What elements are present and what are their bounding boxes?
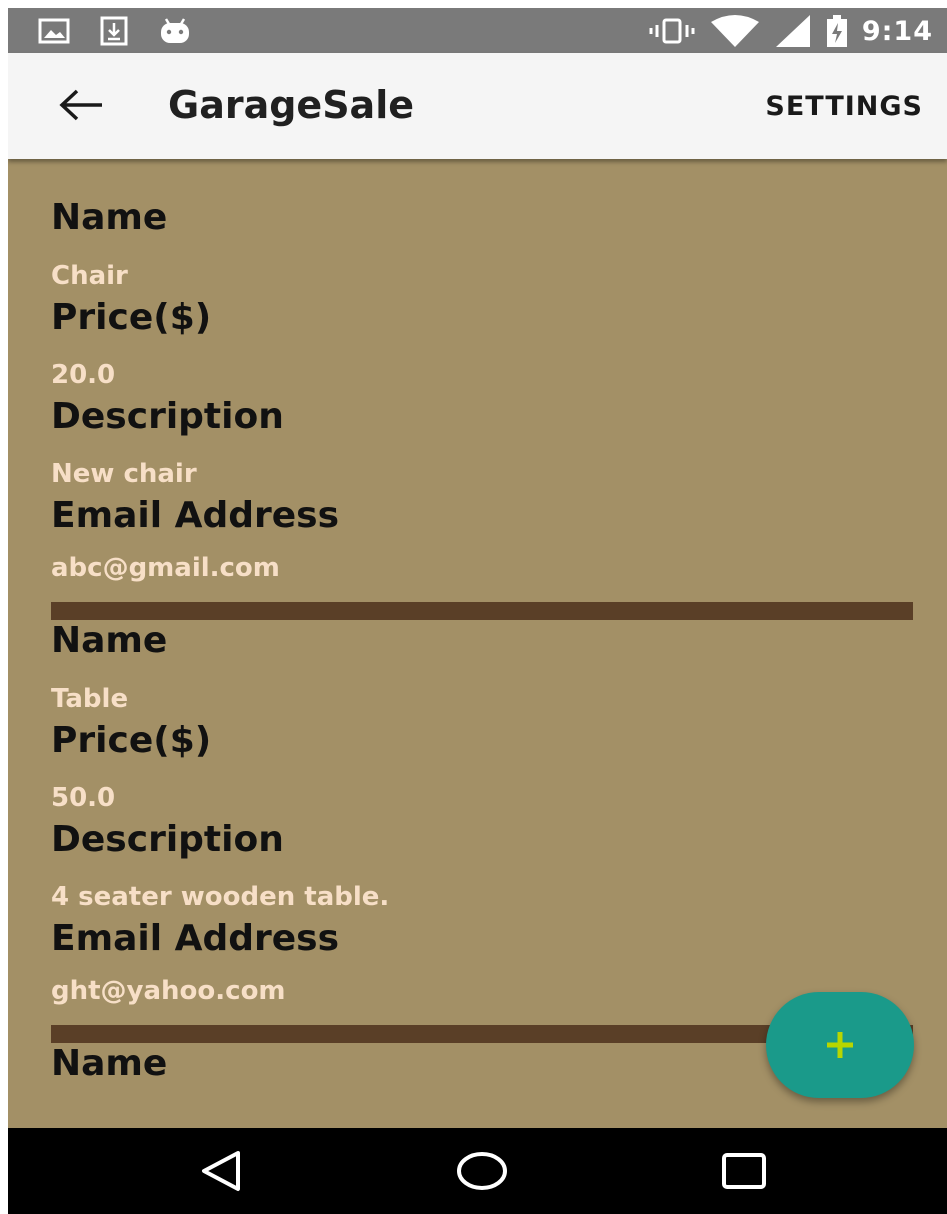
email-label: Email Address: [51, 918, 340, 959]
name-label: Name: [51, 197, 168, 238]
battery-charging-icon: [826, 15, 847, 47]
status-time: 9:14: [861, 15, 933, 47]
nav-home-icon: [457, 1152, 507, 1190]
vibrate-icon: [649, 18, 695, 44]
price-value: 50.0: [51, 783, 116, 813]
image-icon: [38, 18, 70, 44]
email-label: Email Address: [51, 495, 340, 536]
settings-button[interactable]: SETTINGS: [765, 91, 923, 122]
nav-home-button[interactable]: [452, 1146, 512, 1196]
item-list[interactable]: Name Chair Price($) 20.0 Description New…: [51, 159, 913, 1129]
description-value: New chair: [51, 459, 197, 489]
price-label: Price($): [51, 720, 212, 761]
navigation-bar: [8, 1128, 947, 1214]
description-label: Description: [51, 396, 284, 437]
price-value: 20.0: [51, 360, 116, 390]
wifi-icon: [710, 15, 759, 47]
download-icon: [100, 16, 128, 46]
app-title: GarageSale: [168, 83, 414, 127]
arrow-back-icon: [59, 89, 102, 121]
nav-recents-button[interactable]: [714, 1146, 774, 1196]
email-value: ght@yahoo.com: [51, 976, 286, 1006]
name-value: Table: [51, 684, 129, 714]
status-bar: 9:14: [8, 8, 947, 53]
signal-icon: [775, 15, 810, 47]
email-value: abc@gmail.com: [51, 553, 280, 583]
name-label: Name: [51, 1043, 168, 1084]
app-bar: GarageSale SETTINGS: [8, 53, 947, 159]
nav-recents-icon: [722, 1153, 766, 1189]
name-value: Chair: [51, 261, 128, 291]
add-item-button[interactable]: [766, 992, 914, 1098]
back-button[interactable]: [56, 83, 106, 127]
nav-back-button[interactable]: [190, 1146, 250, 1196]
name-label: Name: [51, 620, 168, 661]
description-label: Description: [51, 819, 284, 860]
app-screen: 9:14 GarageSale SETTINGS Name Chair Pric…: [8, 8, 947, 1214]
plus-icon: [827, 1032, 853, 1058]
description-value: 4 seater wooden table.: [51, 882, 390, 912]
android-icon: [161, 18, 189, 43]
item-divider: [51, 602, 913, 620]
nav-back-icon: [202, 1151, 240, 1191]
price-label: Price($): [51, 297, 212, 338]
